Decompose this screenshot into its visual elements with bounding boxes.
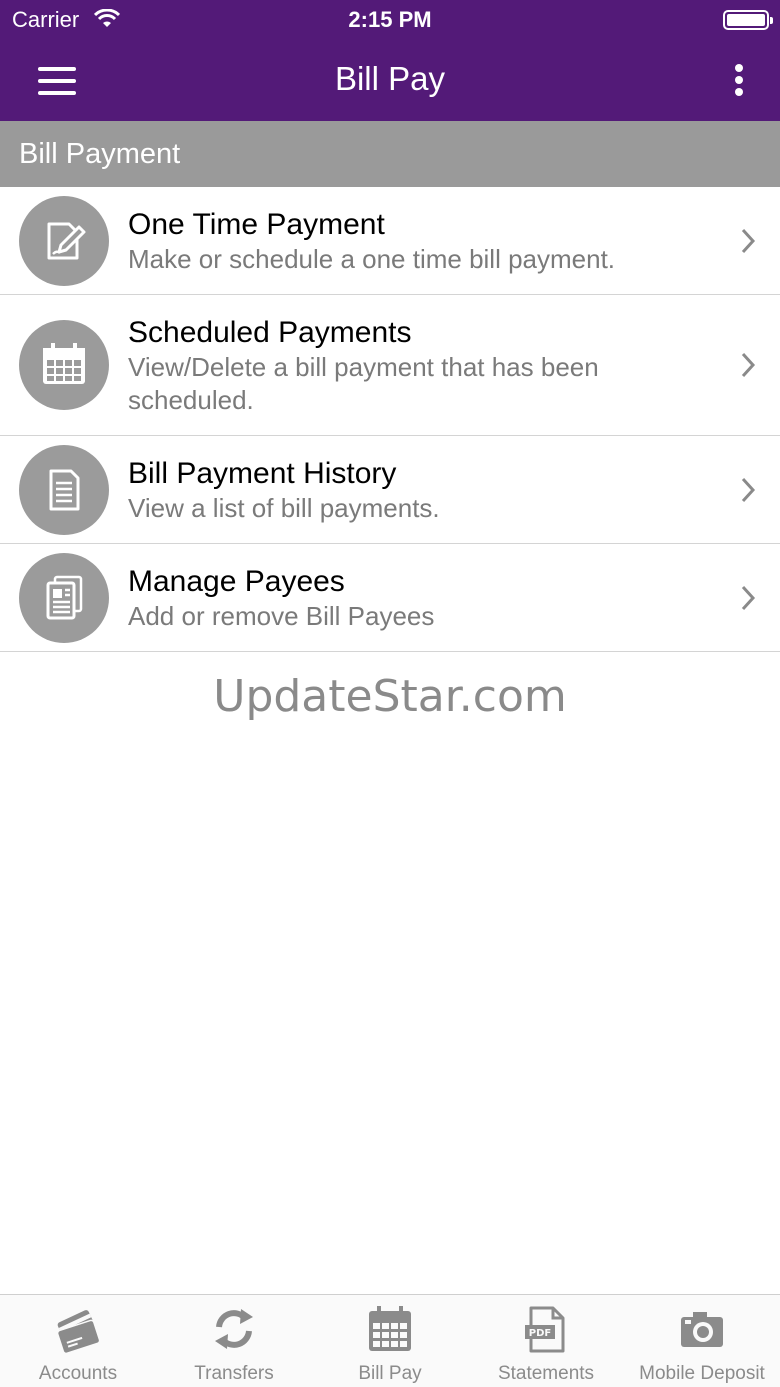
section-header: Bill Payment <box>0 121 780 187</box>
page-title: Bill Pay <box>334 60 446 97</box>
calendar-icon <box>19 320 109 410</box>
tab-label: Transfers <box>194 1363 274 1384</box>
tab-label: Mobile Deposit <box>639 1363 765 1384</box>
menu-item-subtitle: View a list of bill payments. <box>128 493 440 523</box>
more-options-button[interactable] <box>724 60 754 102</box>
edit-document-icon <box>19 196 109 286</box>
chevron-right-icon <box>741 352 756 378</box>
menu-item-title: Scheduled Payments <box>128 316 412 349</box>
menu-item-scheduled-payments[interactable]: Scheduled Payments View/Delete a bill pa… <box>0 295 780 436</box>
pdf-icon: PDF <box>525 1306 565 1353</box>
menu-item-title: Manage Payees <box>128 565 345 598</box>
tab-statements[interactable]: PDF Statements <box>468 1295 624 1387</box>
watermark-text: UpdateStar.com <box>213 671 567 722</box>
svg-text:PDF: PDF <box>529 1328 551 1339</box>
top-bar: Carrier 2:15 PM Bill Pay <box>0 0 780 121</box>
document-list-icon <box>19 445 109 535</box>
chevron-right-icon <box>741 477 756 503</box>
tab-transfers[interactable]: Transfers <box>156 1295 312 1387</box>
status-time: 2:15 PM <box>348 7 432 32</box>
nav-bar: Bill Pay <box>0 40 780 121</box>
menu-item-one-time-payment[interactable]: One Time Payment Make or schedule a one … <box>0 187 780 295</box>
calendar-icon <box>369 1306 411 1351</box>
tab-bill-pay[interactable]: Bill Pay <box>312 1295 468 1387</box>
menu-item-title: One Time Payment <box>128 208 385 241</box>
menu-item-subtitle: View/Delete a bill payment that has been… <box>128 352 599 415</box>
tab-label: Bill Pay <box>358 1363 422 1384</box>
cards-icon <box>56 1310 101 1353</box>
tab-accounts[interactable]: Accounts <box>0 1295 156 1387</box>
menu-item-subtitle: Add or remove Bill Payees <box>128 601 435 631</box>
menu-item-manage-payees[interactable]: Manage Payees Add or remove Bill Payees <box>0 544 780 652</box>
tab-label: Statements <box>497 1363 595 1384</box>
camera-icon <box>681 1312 723 1347</box>
status-bar: Carrier 2:15 PM <box>0 0 780 40</box>
menu-item-subtitle: Make or schedule a one time bill payment… <box>128 244 616 274</box>
payee-document-icon <box>19 553 109 643</box>
more-icon-dot <box>735 76 743 84</box>
chevron-right-icon <box>741 585 756 611</box>
menu-item-title: Bill Payment History <box>128 457 397 490</box>
battery-icon <box>723 10 773 30</box>
refresh-arrows-icon <box>215 1309 253 1349</box>
tab-mobile-deposit[interactable]: Mobile Deposit <box>624 1295 780 1387</box>
tab-bar: Accounts Transfers Bill Pay PDF Statemen… <box>0 1294 780 1387</box>
bill-pay-menu-list: One Time Payment Make or schedule a one … <box>0 187 780 652</box>
more-icon-dot <box>735 88 743 96</box>
chevron-right-icon <box>741 228 756 254</box>
tab-label: Accounts <box>38 1363 118 1384</box>
menu-item-bill-payment-history[interactable]: Bill Payment History View a list of bill… <box>0 436 780 544</box>
more-icon-dot <box>735 64 743 72</box>
